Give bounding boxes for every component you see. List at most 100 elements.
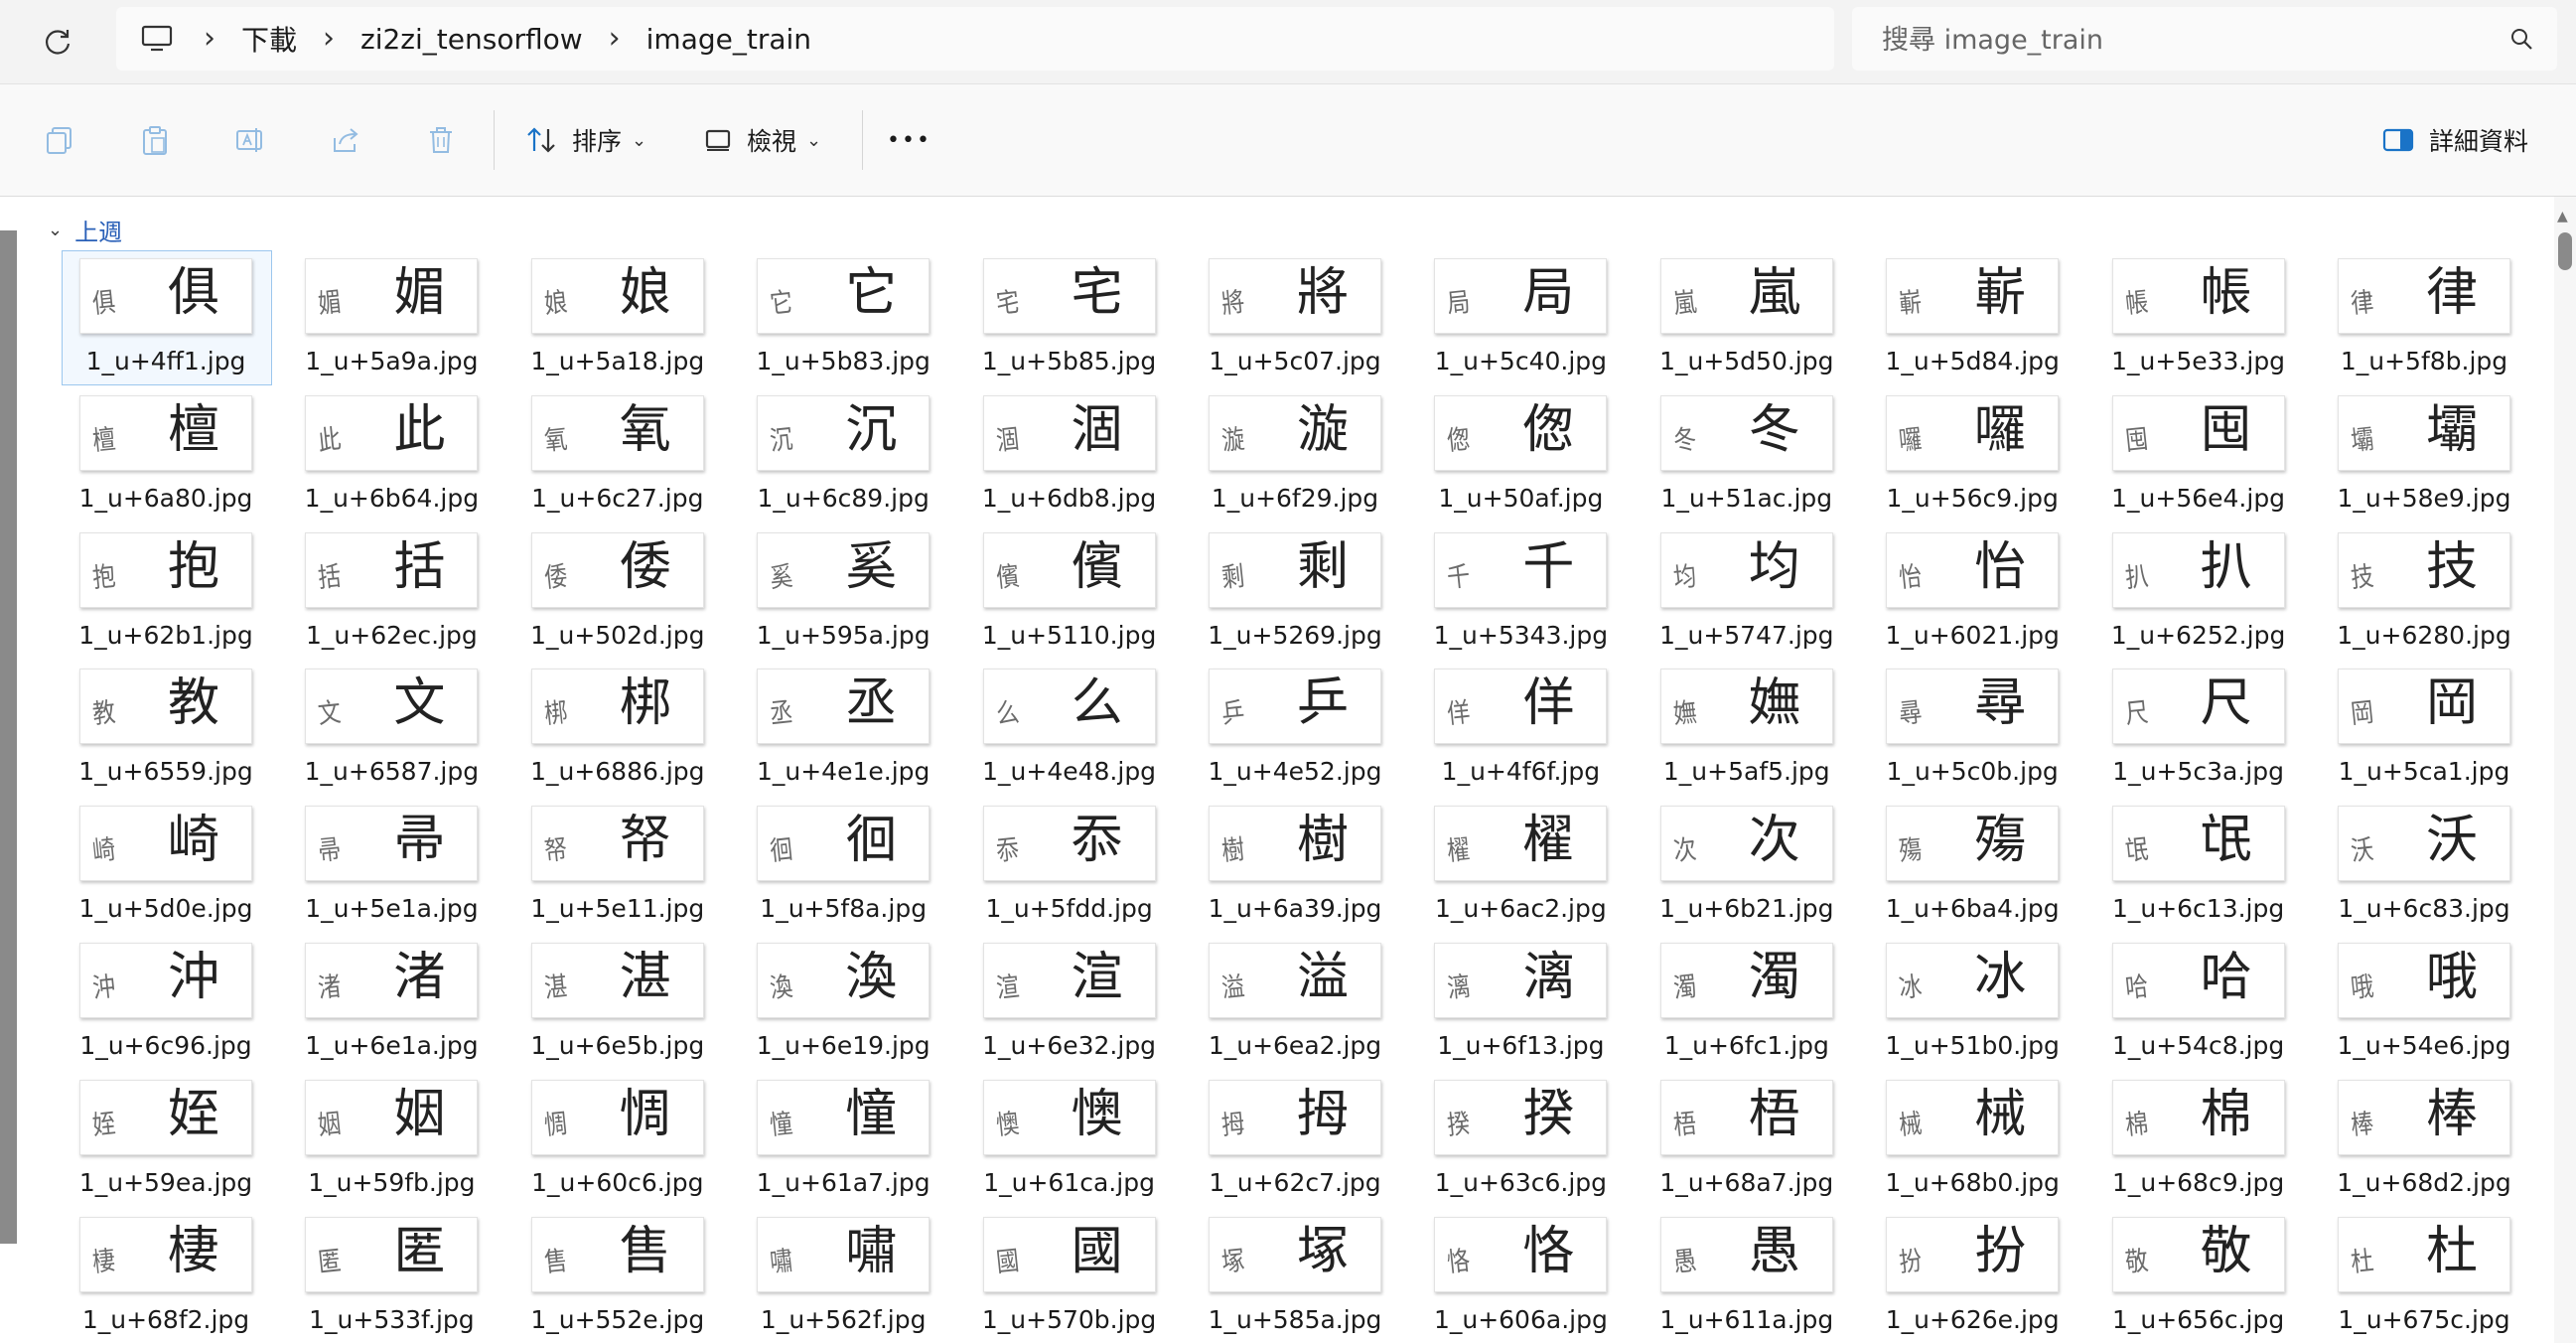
file-thumbnail[interactable]: 漩漩 bbox=[1209, 394, 1381, 471]
file-thumbnail[interactable]: 帑帑 bbox=[530, 806, 704, 882]
file-name[interactable]: 1_u+61ca.jpg bbox=[965, 1168, 1174, 1197]
file-name[interactable]: 1_u+6a80.jpg bbox=[62, 484, 270, 513]
file-name[interactable]: 1_u+5e11.jpg bbox=[513, 894, 722, 923]
file-name[interactable]: 1_u+502d.jpg bbox=[513, 621, 722, 650]
file-name[interactable]: 1_u+5d0e.jpg bbox=[62, 894, 270, 923]
file-thumbnail[interactable]: 姻姻 bbox=[305, 1079, 479, 1155]
file-item[interactable]: 徊徊 1_u+5f8a.jpg bbox=[739, 798, 963, 935]
file-item[interactable]: 拇拇 1_u+62c7.jpg bbox=[1191, 1072, 1415, 1209]
file-name[interactable]: 1_u+5343.jpg bbox=[1416, 621, 1625, 650]
file-thumbnail[interactable]: 次次 bbox=[1659, 806, 1833, 882]
file-name[interactable]: 1_u+6ac2.jpg bbox=[1416, 894, 1625, 923]
search-box[interactable] bbox=[1852, 7, 2557, 73]
file-thumbnail[interactable]: 么么 bbox=[982, 669, 1156, 745]
file-item[interactable]: 文文 1_u+6587.jpg bbox=[287, 661, 511, 798]
file-name[interactable]: 1_u+6021.jpg bbox=[1868, 621, 2076, 650]
file-item[interactable]: 敬敬 1_u+656c.jpg bbox=[2094, 1209, 2319, 1343]
more-options-button[interactable]: ••• bbox=[887, 116, 931, 164]
file-name[interactable]: 1_u+4e52.jpg bbox=[1191, 757, 1399, 786]
file-item[interactable]: 帑帑 1_u+5e11.jpg bbox=[513, 798, 738, 935]
file-name[interactable]: 1_u+5d84.jpg bbox=[1868, 347, 2076, 375]
file-item[interactable]: 棉棉 1_u+68c9.jpg bbox=[2094, 1072, 2319, 1209]
file-thumbnail[interactable]: 崎崎 bbox=[79, 806, 252, 882]
file-name[interactable]: 1_u+562f.jpg bbox=[739, 1305, 947, 1334]
vertical-scrollbar[interactable]: ▲ bbox=[2554, 197, 2576, 1343]
file-name[interactable]: 1_u+6f29.jpg bbox=[1191, 484, 1399, 513]
file-thumbnail[interactable]: 哦哦 bbox=[2338, 943, 2510, 1018]
file-item[interactable]: 俱俱 1_u+4ff1.jpg bbox=[62, 250, 286, 387]
file-name[interactable]: 1_u+552e.jpg bbox=[513, 1305, 722, 1334]
file-thumbnail[interactable]: 偬偬 bbox=[1434, 394, 1608, 471]
file-item[interactable]: 乒乒 1_u+4e52.jpg bbox=[1191, 661, 1415, 798]
rename-button[interactable] bbox=[234, 116, 266, 164]
file-thumbnail[interactable]: 冬冬 bbox=[1659, 394, 1833, 471]
file-name[interactable]: 1_u+5ca1.jpg bbox=[2320, 757, 2528, 786]
file-thumbnail[interactable]: 忝忝 bbox=[982, 806, 1156, 882]
file-item[interactable]: 棲棲 1_u+68f2.jpg bbox=[62, 1209, 286, 1343]
file-name[interactable]: 1_u+5e1a.jpg bbox=[287, 894, 496, 923]
file-item[interactable]: 棒棒 1_u+68d2.jpg bbox=[2320, 1072, 2544, 1209]
breadcrumb-image-train[interactable]: image_train bbox=[646, 23, 811, 56]
file-thumbnail[interactable]: 恪恪 bbox=[1434, 1216, 1608, 1292]
file-name[interactable]: 1_u+5747.jpg bbox=[1643, 621, 1851, 650]
file-item[interactable]: 千千 1_u+5343.jpg bbox=[1416, 524, 1641, 662]
file-thumbnail[interactable]: 檀檀 bbox=[79, 394, 252, 471]
scrollbar-thumb[interactable] bbox=[2558, 232, 2572, 270]
file-item[interactable]: 漩漩 1_u+6f29.jpg bbox=[1191, 387, 1415, 524]
file-thumbnail[interactable]: 媚媚 bbox=[305, 258, 479, 334]
file-item[interactable]: 售售 1_u+552e.jpg bbox=[513, 1209, 738, 1343]
file-item[interactable]: 哦哦 1_u+54e6.jpg bbox=[2320, 935, 2544, 1072]
file-thumbnail[interactable]: 括括 bbox=[305, 531, 479, 608]
file-thumbnail[interactable]: 匿匿 bbox=[305, 1216, 479, 1292]
file-name[interactable]: 1_u+54c8.jpg bbox=[2094, 1031, 2303, 1060]
file-thumbnail[interactable]: 技技 bbox=[2338, 531, 2510, 608]
file-item[interactable]: 囉囉 1_u+56c9.jpg bbox=[1868, 387, 2092, 524]
file-item[interactable]: 么么 1_u+4e48.jpg bbox=[965, 661, 1190, 798]
file-thumbnail[interactable]: 帳帳 bbox=[2111, 258, 2285, 334]
file-name[interactable]: 1_u+5b83.jpg bbox=[739, 347, 947, 375]
file-name[interactable]: 1_u+60c6.jpg bbox=[513, 1168, 722, 1197]
file-item[interactable]: 囤囤 1_u+56e4.jpg bbox=[2094, 387, 2319, 524]
file-name[interactable]: 1_u+675c.jpg bbox=[2320, 1305, 2528, 1334]
navigation-pane-edge[interactable] bbox=[0, 230, 17, 1244]
file-item[interactable]: 抱抱 1_u+62b1.jpg bbox=[62, 524, 286, 662]
chevron-right-icon[interactable]: › bbox=[323, 24, 335, 54]
file-name[interactable]: 1_u+6587.jpg bbox=[287, 757, 496, 786]
file-item[interactable]: 律律 1_u+5f8b.jpg bbox=[2320, 250, 2544, 387]
file-item[interactable]: 剩剩 1_u+5269.jpg bbox=[1191, 524, 1415, 662]
file-item[interactable]: 冰冰 1_u+51b0.jpg bbox=[1868, 935, 2092, 1072]
file-item[interactable]: 怡怡 1_u+6021.jpg bbox=[1868, 524, 2092, 662]
file-name[interactable]: 1_u+585a.jpg bbox=[1191, 1305, 1399, 1334]
file-item[interactable]: 忝忝 1_u+5fdd.jpg bbox=[965, 798, 1190, 935]
file-item[interactable]: 扮扮 1_u+626e.jpg bbox=[1868, 1209, 2092, 1343]
delete-button[interactable] bbox=[425, 116, 457, 164]
file-thumbnail[interactable]: 櫂櫂 bbox=[1434, 806, 1608, 882]
file-thumbnail[interactable]: 律律 bbox=[2338, 258, 2510, 334]
search-input[interactable] bbox=[1852, 7, 2519, 73]
file-thumbnail[interactable]: 哈哈 bbox=[2111, 943, 2285, 1018]
group-header[interactable]: ⌄ 上週 bbox=[48, 213, 122, 247]
file-item[interactable]: 匿匿 1_u+533f.jpg bbox=[287, 1209, 511, 1343]
file-item[interactable]: 娘娘 1_u+5a18.jpg bbox=[513, 250, 738, 387]
file-thumbnail[interactable]: 殤殤 bbox=[1886, 806, 2060, 882]
file-name[interactable]: 1_u+570b.jpg bbox=[965, 1305, 1174, 1334]
file-item[interactable]: 括括 1_u+62ec.jpg bbox=[287, 524, 511, 662]
refresh-button[interactable] bbox=[36, 20, 79, 64]
file-name[interactable]: 1_u+6ba4.jpg bbox=[1868, 894, 2076, 923]
file-thumbnail[interactable]: 嶄嶄 bbox=[1886, 258, 2060, 334]
chevron-down-icon[interactable]: ⌄ bbox=[48, 220, 63, 240]
file-name[interactable]: 1_u+62b1.jpg bbox=[62, 621, 270, 650]
file-name[interactable]: 1_u+6e19.jpg bbox=[739, 1031, 947, 1060]
copy-button[interactable] bbox=[44, 116, 75, 164]
file-name[interactable]: 1_u+51b0.jpg bbox=[1868, 1031, 2076, 1060]
file-item[interactable]: 氧氧 1_u+6c27.jpg bbox=[513, 387, 738, 524]
file-name[interactable]: 1_u+5e33.jpg bbox=[2094, 347, 2303, 375]
file-thumbnail[interactable]: 娘娘 bbox=[530, 258, 704, 334]
file-item[interactable]: 扒扒 1_u+6252.jpg bbox=[2094, 524, 2319, 662]
file-name[interactable]: 1_u+4ff1.jpg bbox=[62, 347, 270, 375]
file-item[interactable]: 殤殤 1_u+6ba4.jpg bbox=[1868, 798, 2092, 935]
file-name[interactable]: 1_u+656c.jpg bbox=[2094, 1305, 2303, 1334]
file-thumbnail[interactable]: 售售 bbox=[530, 1216, 704, 1292]
file-name[interactable]: 1_u+595a.jpg bbox=[739, 621, 947, 650]
file-thumbnail[interactable]: 惆惆 bbox=[530, 1079, 704, 1155]
